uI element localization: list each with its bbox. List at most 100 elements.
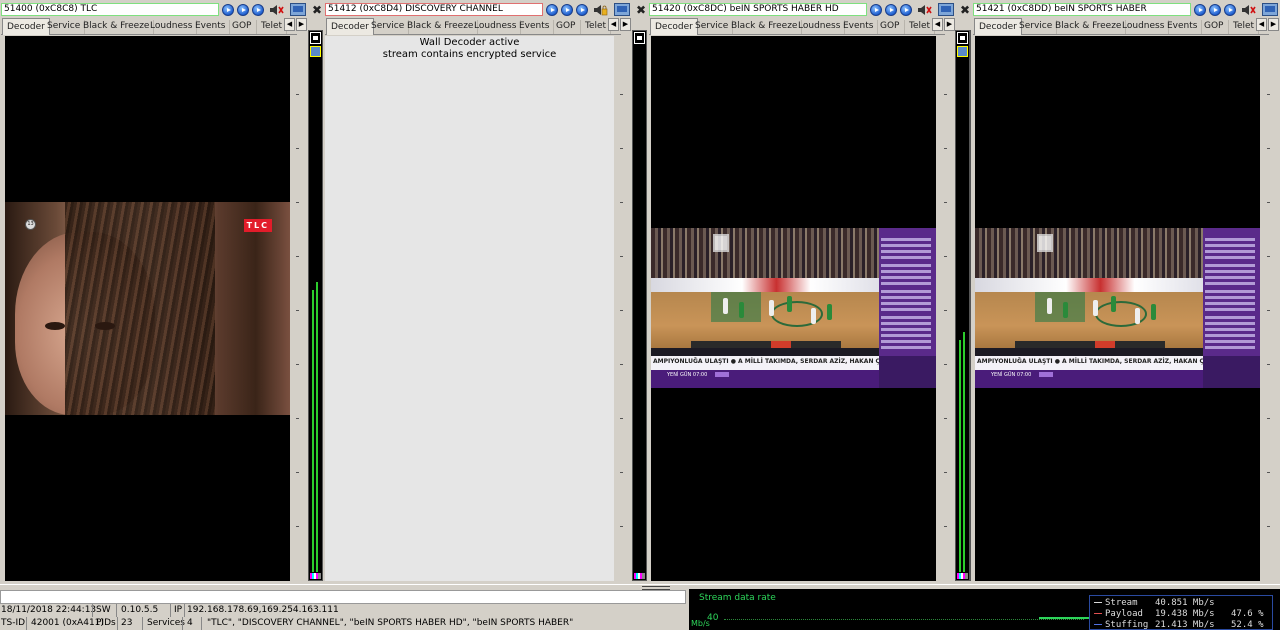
tab-teletext[interactable]: Telet (1229, 20, 1260, 34)
monitor-icon[interactable] (614, 3, 630, 16)
tab-gop[interactable]: GOP (1200, 20, 1229, 34)
tab-loudness[interactable]: Loudness (146, 20, 198, 34)
tab-teletext[interactable]: Telet (905, 20, 936, 34)
log-input[interactable] (0, 590, 686, 604)
monitor-icon[interactable] (290, 3, 306, 16)
tab-black-freeze[interactable]: Black & Freeze (727, 20, 803, 34)
mute-speaker-icon[interactable] (268, 3, 284, 17)
decoder-panel-1: 51400 (0xC8C8) TLC Decoder Service Black… (1, 0, 324, 584)
next-service-icon[interactable] (1209, 4, 1221, 16)
decoder-panel-2: ✖ 51412 (0xC8D4) DISCOVERY CHANNEL Decod… (312, 0, 648, 584)
service-title[interactable]: 51421 (0xC8DD) beIN SPORTS HABER (973, 3, 1191, 16)
tab-events[interactable]: Events (191, 20, 231, 34)
channel-logo: TLC (243, 219, 272, 232)
close-icon[interactable]: ✖ (310, 3, 324, 17)
speaker-lock-icon[interactable] (592, 3, 608, 17)
prev-service-icon[interactable] (1194, 4, 1206, 16)
vertical-ruler[interactable] (1262, 36, 1278, 581)
graph-legend: Stream 40.851 Mb/s Payload 19.438 Mb/s 47.6… (1089, 595, 1273, 630)
video-view: 13 TLC (5, 36, 290, 581)
legend-stuffing: Stuffing 21.413 Mb/s 52.4 % (1094, 620, 1264, 630)
services-label: Services (147, 618, 185, 628)
decoder-encryption-message: stream contains encrypted service (382, 49, 557, 60)
tab-black-freeze[interactable]: Black & Freeze (1051, 20, 1127, 34)
service-title[interactable]: 51420 (0xC8DC) beIN SPORTS HABER HD (649, 3, 867, 16)
legend-payload: Payload 19.438 Mb/s 47.6 % (1094, 609, 1264, 620)
next-service-icon[interactable] (885, 4, 897, 16)
play-icon[interactable] (900, 4, 912, 16)
program-info: YENİ GÜN 07:00 (667, 372, 708, 378)
tab-black-freeze[interactable]: Black & Freeze (79, 20, 155, 34)
play-icon[interactable] (576, 4, 588, 16)
tab-scroll-right[interactable]: ▶ (1268, 18, 1279, 31)
age-rating-icon: 13 (25, 219, 36, 230)
ip-label: IP (174, 605, 183, 615)
tab-events[interactable]: Events (1163, 20, 1203, 34)
program-info: YENİ GÜN 07:00 (991, 372, 1032, 378)
tab-scroll-right[interactable]: ▶ (620, 18, 631, 31)
prev-service-icon[interactable] (546, 4, 558, 16)
legend-stream: Stream 40.851 Mb/s (1094, 598, 1231, 609)
next-service-icon[interactable] (237, 4, 249, 16)
tab-teletext[interactable]: Telet (581, 20, 612, 34)
tab-scroll-left[interactable]: ◀ (1256, 18, 1267, 31)
tab-scroll-left[interactable]: ◀ (608, 18, 619, 31)
prev-service-icon[interactable] (222, 4, 234, 16)
video-view: Wall Decoder active stream contains encr… (325, 36, 614, 581)
pids-label: PIDs (96, 618, 116, 628)
vertical-ruler[interactable] (939, 36, 953, 581)
graph-title: Stream data rate (699, 593, 776, 603)
decoder-panel-3: ✖ 51420 (0xC8DC) beIN SPORTS HABER HD De… (636, 0, 972, 584)
tab-gop[interactable]: GOP (876, 20, 905, 34)
tab-gop[interactable]: GOP (228, 20, 257, 34)
tsid-value: 42001 (0xA411) (31, 618, 104, 628)
tab-bar: Decoder Service Black & Freeze Loudness … (1, 18, 297, 35)
display-mode-icon[interactable] (310, 32, 321, 44)
video-frame: AMPIYONLUĞA ULAŞTI ● A MİLLİ TAKIMDA, SE… (651, 228, 936, 388)
tab-black-freeze[interactable]: Black & Freeze (403, 20, 479, 34)
tab-loudness[interactable]: Loudness (1118, 20, 1170, 34)
next-service-icon[interactable] (561, 4, 573, 16)
panel-titlebar: 51400 (0xC8C8) TLC (1, 1, 324, 19)
tab-loudness[interactable]: Loudness (794, 20, 846, 34)
decoder-panel-4: ✖ 51421 (0xC8DD) beIN SPORTS HABER Decod… (955, 0, 1280, 584)
mute-speaker-icon[interactable] (916, 3, 932, 17)
service-title[interactable]: 51400 (0xC8C8) TLC (1, 3, 219, 16)
tab-loudness[interactable]: Loudness (470, 20, 522, 34)
play-icon[interactable] (252, 4, 264, 16)
tab-scroll-left[interactable]: ◀ (932, 18, 943, 31)
graph-axis-unit: Mb/s (691, 619, 710, 628)
audio-level-meter (955, 30, 970, 581)
tab-events[interactable]: Events (839, 20, 879, 34)
display-mode-icon[interactable] (957, 32, 968, 44)
tab-teletext[interactable]: Telet (257, 20, 288, 34)
decoder-status-message: Wall Decoder active (419, 37, 520, 48)
video-view: AMPIYONLUĞA ULAŞTI ● A MİLLİ TAKIMDA, SE… (975, 36, 1260, 581)
tab-events[interactable]: Events (515, 20, 555, 34)
video-view: AMPIYONLUĞA ULAŞTI ● A MİLLİ TAKIMDA, SE… (651, 36, 936, 581)
close-icon[interactable]: ✖ (958, 3, 972, 17)
audio-mode-icon[interactable] (310, 46, 321, 57)
sw-version: 0.10.5.5 (121, 605, 159, 615)
tab-scroll-right[interactable]: ▶ (944, 18, 955, 31)
mute-speaker-icon[interactable] (1240, 3, 1256, 17)
play-icon[interactable] (1224, 4, 1236, 16)
vertical-ruler[interactable] (291, 36, 305, 581)
tab-scroll-left[interactable]: ◀ (284, 18, 295, 31)
audio-level-meter (308, 30, 323, 581)
monitor-icon[interactable] (938, 3, 954, 16)
monitor-icon[interactable] (1262, 3, 1278, 16)
services-count: 4 (187, 618, 193, 628)
prev-service-icon[interactable] (870, 4, 882, 16)
panel-titlebar: ✖ 51421 (0xC8DD) beIN SPORTS HABER (960, 1, 1280, 19)
tab-bar: Decoder Service Black & Freeze Loudness … (325, 18, 621, 35)
vertical-ruler[interactable] (615, 36, 629, 581)
tsid-label: TS-ID (1, 618, 26, 628)
tab-scroll-right[interactable]: ▶ (296, 18, 307, 31)
tab-gop[interactable]: GOP (552, 20, 581, 34)
service-title[interactable]: 51412 (0xC8D4) DISCOVERY CHANNEL (325, 3, 543, 16)
close-icon[interactable]: ✖ (634, 3, 648, 17)
video-frame: AMPIYONLUĞA ULAŞTI ● A MİLLİ TAKIMDA, SE… (975, 228, 1260, 388)
display-mode-icon[interactable] (634, 32, 645, 44)
audio-mode-icon[interactable] (957, 46, 968, 57)
